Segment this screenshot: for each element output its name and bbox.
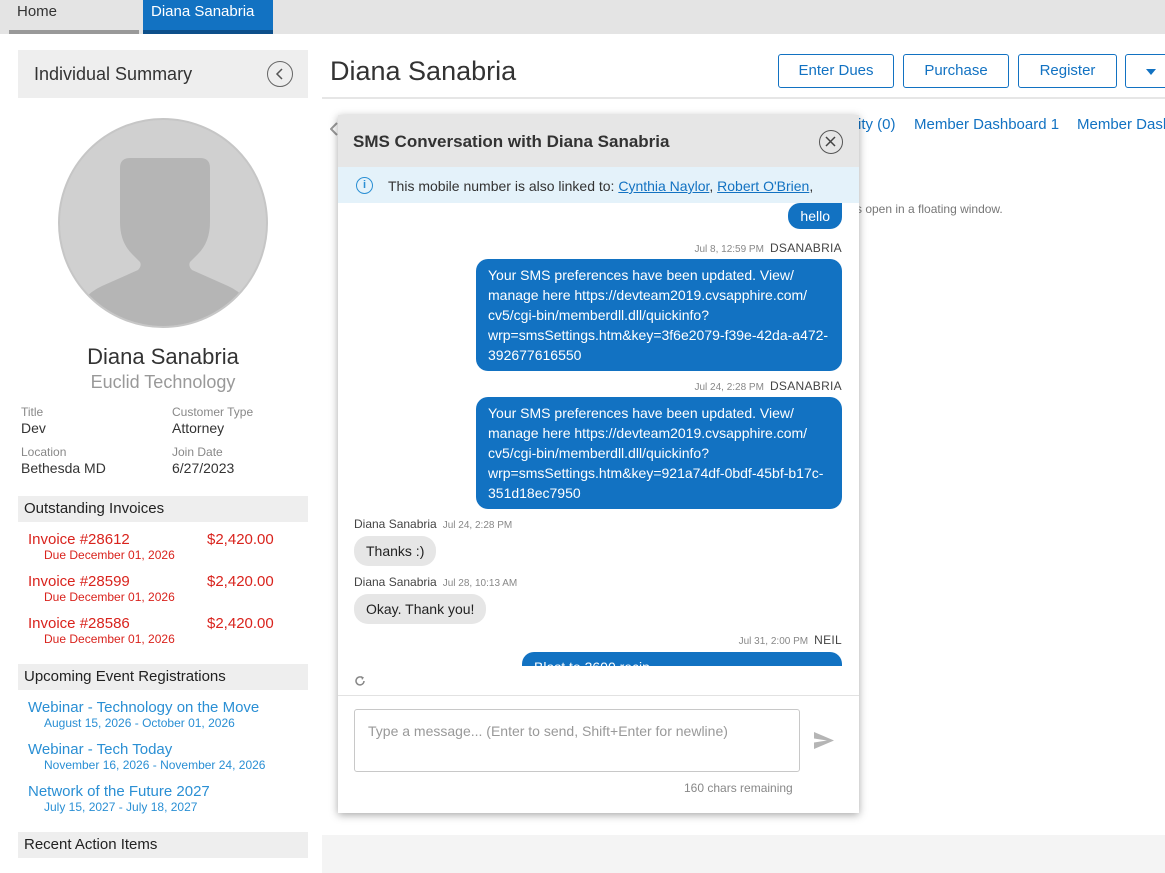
individual-summary-sidebar: Individual Summary Diana Sanabria Euclid… <box>18 50 308 873</box>
event-dates: July 15, 2027 - July 18, 2027 <box>44 800 198 814</box>
message-sender: DSANABRIA <box>769 241 842 255</box>
floating-window-hint: s open in a floating window. <box>856 202 1003 216</box>
purchase-button[interactable]: Purchase <box>903 54 1009 88</box>
message-time: Jul 24, 2:28 PM <box>442 520 513 531</box>
refresh-icon[interactable] <box>354 675 366 687</box>
invoice-amount: $2,420.00 <box>207 531 274 548</box>
more-actions-button[interactable] <box>1125 54 1165 88</box>
message-sender: Diana Sanabria <box>354 575 437 589</box>
title-label: Title <box>21 405 44 419</box>
linked-number-text: This mobile number is also linked to: Cy… <box>388 178 814 194</box>
invoice-due-date: Due December 01, 2026 <box>44 548 175 562</box>
close-dialog-button[interactable] <box>819 130 843 154</box>
message-meta: Jul 24, 2:28 PM DSANABRIA <box>694 379 842 393</box>
customer-type-field: Customer Type Attorney <box>172 405 253 437</box>
message-sender: Diana Sanabria <box>354 517 437 531</box>
message-time: Jul 28, 10:13 AM <box>442 578 518 589</box>
invoice-amount: $2,420.00 <box>207 615 274 632</box>
tab-activity[interactable]: ity (0) <box>858 116 896 133</box>
tab-member-dashboard[interactable]: Member Dash <box>1077 116 1165 133</box>
message-time: Jul 24, 2:28 PM <box>694 382 764 393</box>
join-date-value: 6/27/2023 <box>172 460 235 476</box>
join-date-label: Join Date <box>172 445 223 459</box>
outgoing-message: Your SMS preferences have been updated. … <box>476 397 842 509</box>
linked-contact-link[interactable]: Robert O'Brien <box>717 178 809 194</box>
profile-name: Diana Sanabria <box>87 344 239 369</box>
sms-conversation-dialog: SMS Conversation with Diana Sanabria i T… <box>338 115 859 813</box>
message-time: Jul 8, 12:59 PM <box>694 244 764 255</box>
join-date-field: Join Date 6/27/2023 <box>172 445 234 477</box>
register-button[interactable]: Register <box>1018 54 1117 88</box>
incoming-message: Thanks :) <box>354 536 437 566</box>
invoice-number[interactable]: Invoice #28612 <box>28 531 130 548</box>
tab-scroll-left-icon[interactable] <box>330 122 338 136</box>
invoice-due-date: Due December 01, 2026 <box>44 632 175 646</box>
message-meta: Jul 31, 2:00 PM NEIL <box>739 633 842 647</box>
chars-remaining: 160 chars remaining <box>684 781 793 795</box>
location-label: Location <box>21 445 67 459</box>
composer-divider <box>338 695 859 696</box>
message-time: Jul 31, 2:00 PM <box>738 636 809 647</box>
linked-number-prefix: This mobile number is also linked to: <box>388 178 615 194</box>
location-field: Location Bethesda MD <box>21 445 106 477</box>
outgoing-message: Your SMS preferences have been updated. … <box>476 259 842 371</box>
recent-action-items-header: Recent Action Items <box>18 832 308 858</box>
event-name[interactable]: Network of the Future 2027 <box>28 783 210 800</box>
message-meta: Jul 8, 12:59 PM DSANABRIA <box>694 241 842 255</box>
enter-dues-button[interactable]: Enter Dues <box>778 54 894 88</box>
caret-down-icon <box>1146 69 1156 75</box>
top-tab-bar: Home Diana Sanabria <box>0 0 1165 34</box>
tab-home[interactable]: Home <box>0 0 139 34</box>
dialog-header: SMS Conversation with Diana Sanabria <box>338 115 859 167</box>
customer-type-value: Attorney <box>172 420 225 436</box>
message-meta: Diana Sanabria Jul 28, 10:13 AM <box>354 575 517 589</box>
message-thread[interactable]: hello Jul 8, 12:59 PM DSANABRIA Your SMS … <box>338 203 859 666</box>
close-icon <box>825 136 836 147</box>
event-dates: August 15, 2026 - October 01, 2026 <box>44 716 235 730</box>
chevron-left-icon <box>275 68 283 80</box>
title-value: Dev <box>21 420 46 436</box>
upcoming-events-header: Upcoming Event Registrations <box>18 664 308 690</box>
invoice-amount: $2,420.00 <box>207 573 274 590</box>
tab-diana-sanabria[interactable]: Diana Sanabria <box>143 0 273 34</box>
outgoing-message: Blast to 3600 recip... <box>522 652 842 666</box>
location-value: Bethesda MD <box>21 460 106 476</box>
event-dates: November 16, 2026 - November 24, 2026 <box>44 758 266 772</box>
page-title: Diana Sanabria <box>330 56 517 86</box>
message-input[interactable]: Type a message... (Enter to send, Shift+… <box>354 709 800 772</box>
header-divider <box>322 97 1165 99</box>
event-name[interactable]: Webinar - Tech Today <box>28 741 172 758</box>
message-sender: NEIL <box>814 633 842 647</box>
send-icon[interactable] <box>813 731 835 750</box>
incoming-message: Okay. Thank you! <box>354 594 487 624</box>
summary-title: Individual Summary <box>34 64 193 84</box>
linked-contact-link[interactable]: Cynthia Naylor <box>618 178 709 194</box>
profile-company: Euclid Technology <box>90 372 236 392</box>
event-name[interactable]: Webinar - Technology on the Move <box>28 699 259 716</box>
dialog-title: SMS Conversation with Diana Sanabria <box>353 132 670 151</box>
message-sender: DSANABRIA <box>769 379 842 393</box>
customer-type-label: Customer Type <box>172 405 254 419</box>
message-meta: Diana Sanabria Jul 24, 2:28 PM <box>354 517 512 531</box>
person-silhouette-icon <box>74 158 256 326</box>
content-footer <box>322 835 1165 873</box>
info-icon: i <box>356 177 373 194</box>
title-field: Title Dev <box>21 405 46 437</box>
tab-member-dashboard-1[interactable]: Member Dashboard 1 <box>914 116 1059 133</box>
linked-number-notice: i This mobile number is also linked to: … <box>338 167 859 203</box>
summary-header: Individual Summary <box>18 50 308 98</box>
avatar <box>58 118 268 328</box>
outgoing-message: hello <box>788 203 842 229</box>
invoice-number[interactable]: Invoice #28586 <box>28 615 130 632</box>
collapse-sidebar-button[interactable] <box>267 61 293 87</box>
invoice-due-date: Due December 01, 2026 <box>44 590 175 604</box>
outstanding-invoices-header: Outstanding Invoices <box>18 496 308 522</box>
invoice-number[interactable]: Invoice #28599 <box>28 573 130 590</box>
